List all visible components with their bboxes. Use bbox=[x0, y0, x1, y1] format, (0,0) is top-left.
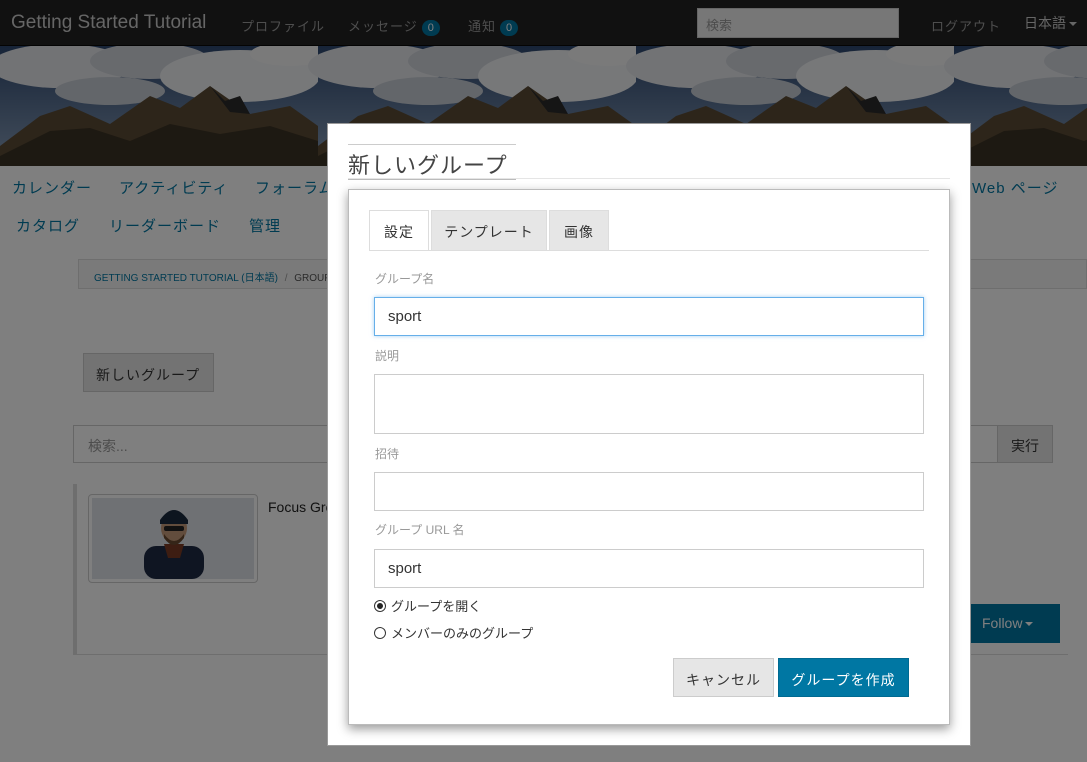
group-name-input[interactable]: sport bbox=[374, 297, 924, 336]
tab-image[interactable]: 画像 bbox=[549, 210, 609, 251]
group-name-label: グループ名 bbox=[375, 272, 435, 286]
create-group-button[interactable]: グループを作成 bbox=[778, 658, 909, 697]
radio-open-group[interactable]: グループを開く bbox=[374, 596, 481, 615]
tab-templates[interactable]: テンプレート bbox=[431, 210, 547, 251]
radio-open-group-label: グループを開く bbox=[391, 599, 482, 614]
invite-label: 招待 bbox=[375, 447, 400, 461]
url-name-input[interactable]: sport bbox=[374, 549, 924, 588]
radio-members-only-label: メンバーのみのグループ bbox=[391, 626, 534, 641]
radio-checked-icon[interactable] bbox=[374, 600, 386, 612]
description-textarea[interactable] bbox=[374, 374, 924, 434]
description-label: 説明 bbox=[375, 349, 400, 363]
tab-settings[interactable]: 設定 bbox=[369, 210, 429, 251]
tabs-divider bbox=[369, 250, 929, 251]
modal-title-divider bbox=[348, 178, 950, 179]
radio-unchecked-icon[interactable] bbox=[374, 627, 386, 639]
radio-members-only[interactable]: メンバーのみのグループ bbox=[374, 623, 533, 642]
modal-title: 新しいグループ bbox=[348, 144, 516, 180]
invite-input[interactable] bbox=[374, 472, 924, 511]
cancel-button[interactable]: キャンセル bbox=[673, 658, 774, 697]
modal-form-panel bbox=[348, 189, 950, 725]
url-name-label: グループ URL 名 bbox=[375, 523, 465, 537]
